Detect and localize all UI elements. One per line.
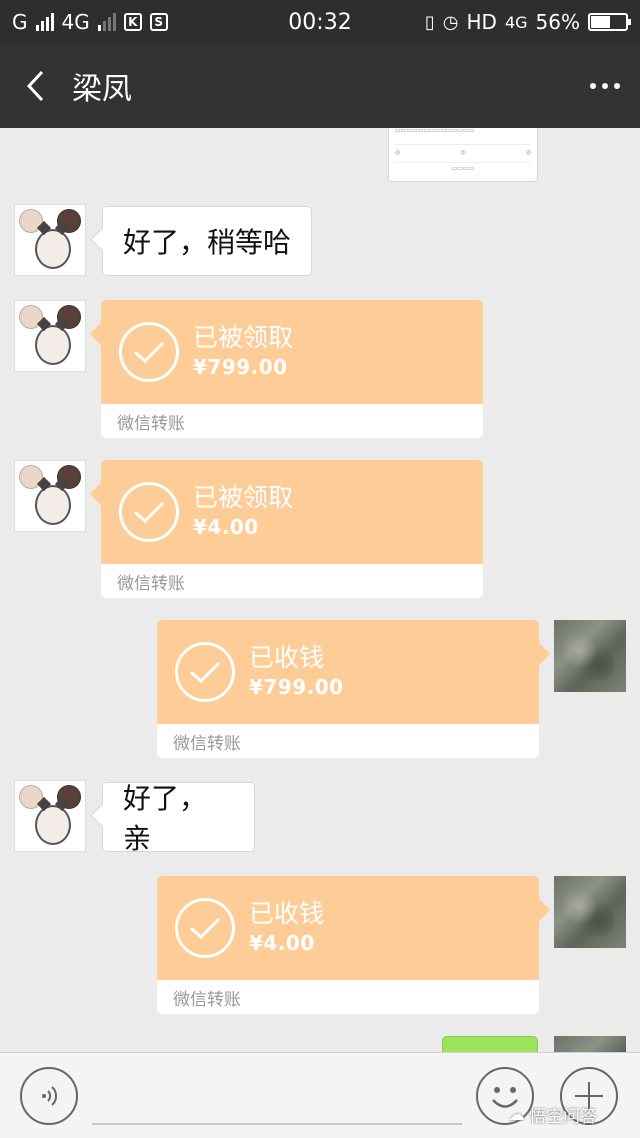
- voice-button[interactable]: [20, 1067, 78, 1125]
- chat-title: 梁凤: [72, 72, 132, 107]
- contact-avatar[interactable]: [14, 460, 86, 532]
- phone-icon: ◎: [525, 149, 531, 156]
- battery-percent: 56%: [535, 10, 580, 34]
- pin-icon: ◎: [395, 149, 401, 156]
- carrier-label: G: [12, 10, 28, 34]
- watermark-logo-icon: ☁: [508, 1104, 525, 1125]
- text-message[interactable]: 好了，亲: [102, 782, 255, 855]
- status-bar: G 4G K S 00:32 ▯ ◷ HD 4G 56%: [0, 0, 640, 44]
- battery-icon: [588, 13, 631, 31]
- transfer-card[interactable]: 已收钱 ¥4.00 微信转账: [157, 876, 539, 1014]
- message-text: 好了，亲: [123, 782, 208, 855]
- location-card-footer: ▭▭▭▭: [395, 162, 531, 172]
- transfer-footer: 微信转账: [157, 980, 539, 1014]
- title-bar: 梁凤: [0, 44, 640, 128]
- s-app-icon: S: [149, 13, 168, 31]
- more-options-button[interactable]: [570, 44, 640, 128]
- chat-area[interactable]: ▭▭▭▭▭▭▭▭▭▭▭▭▭▭ ◎ ◎ ◎ ▭▭▭▭ 好了，稍等哈 已被领取 ¥799…: [0, 128, 640, 1052]
- watermark-text: 悟空问答: [529, 1107, 597, 1127]
- self-avatar[interactable]: [554, 1036, 626, 1052]
- transfer-footer: 微信转账: [101, 564, 483, 598]
- transfer-footer: 微信转账: [101, 404, 483, 438]
- transfer-card-body: 已被领取 ¥4.00: [101, 460, 483, 564]
- check-icon: [119, 482, 179, 542]
- transfer-amount: ¥4.00: [249, 931, 315, 955]
- signal-icon: [35, 13, 54, 31]
- alarm-icon: ◷: [442, 11, 459, 33]
- clock: 00:32: [288, 9, 352, 35]
- contact-avatar[interactable]: [14, 204, 86, 276]
- more-dot-icon: [590, 83, 596, 89]
- transfer-amount: ¥799.00: [249, 675, 344, 699]
- text-message[interactable]: 好了，稍等哈: [102, 206, 312, 276]
- location-card-address: ▭▭▭▭▭▭▭▭▭▭▭▭▭▭: [395, 128, 475, 134]
- more-dot-icon: [602, 83, 608, 89]
- transfer-footer: 微信转账: [157, 724, 539, 758]
- transfer-card-body: 已收钱 ¥4.00: [157, 876, 539, 980]
- network-label: 4G: [61, 10, 90, 34]
- transfer-card[interactable]: 已被领取 ¥799.00 微信转账: [101, 300, 483, 438]
- sent-message-partial[interactable]: [442, 1036, 538, 1052]
- transfer-card-body: 已被领取 ¥799.00: [101, 300, 483, 404]
- back-button[interactable]: [0, 44, 70, 128]
- location-card-actions: ◎ ◎ ◎: [395, 144, 531, 156]
- location-card[interactable]: ▭▭▭▭▭▭▭▭▭▭▭▭▭▭ ◎ ◎ ◎ ▭▭▭▭: [388, 128, 538, 182]
- self-avatar[interactable]: [554, 620, 626, 692]
- message-text: 好了，稍等哈: [123, 226, 292, 259]
- back-icon: [26, 70, 44, 102]
- transfer-status: 已被领取: [193, 323, 294, 352]
- battery-fill: [591, 16, 610, 28]
- k-app-icon: K: [123, 13, 142, 31]
- check-icon: [119, 322, 179, 382]
- self-avatar[interactable]: [554, 876, 626, 948]
- transfer-card[interactable]: 已被领取 ¥4.00 微信转账: [101, 460, 483, 598]
- network2-label: 4G: [504, 12, 528, 32]
- transfer-status: 已收钱: [249, 899, 325, 928]
- transfer-status: 已收钱: [249, 643, 325, 672]
- nav-icon: ◎: [460, 149, 466, 156]
- transfer-card[interactable]: 已收钱 ¥799.00 微信转账: [157, 620, 539, 758]
- transfer-amount: ¥799.00: [193, 355, 288, 379]
- check-icon: [175, 898, 235, 958]
- check-icon: [175, 642, 235, 702]
- hd-label: HD: [466, 10, 497, 34]
- contact-avatar[interactable]: [14, 780, 86, 852]
- transfer-amount: ¥4.00: [193, 515, 259, 539]
- transfer-status: 已被领取: [193, 483, 294, 512]
- watermark: ☁ 悟空问答: [508, 1102, 597, 1128]
- vibrate-icon: ▯: [424, 11, 435, 33]
- transfer-card-body: 已收钱 ¥799.00: [157, 620, 539, 724]
- message-input[interactable]: [92, 1123, 462, 1125]
- voice-icon: [42, 1086, 58, 1106]
- contact-avatar[interactable]: [14, 300, 86, 372]
- signal-icon-2: [97, 13, 116, 31]
- more-dot-icon: [614, 83, 620, 89]
